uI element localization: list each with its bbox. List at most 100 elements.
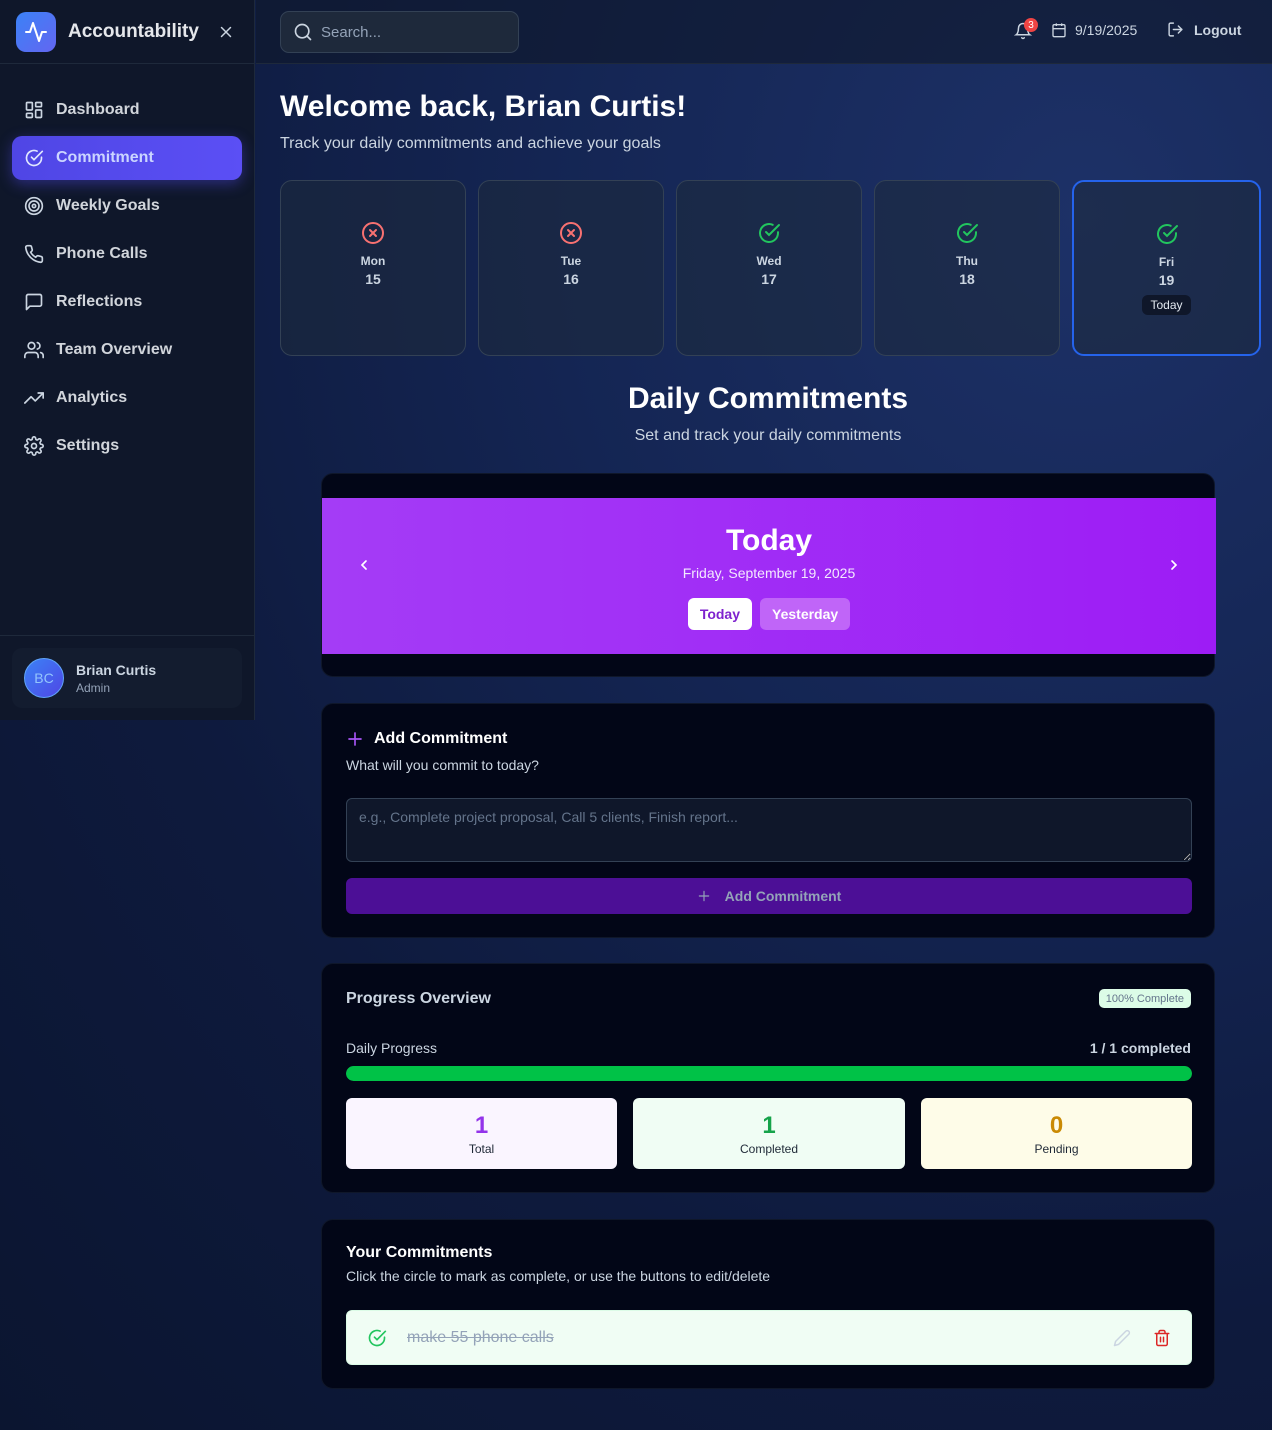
check-circle-icon: [759, 223, 780, 243]
sidebar-item-label: Weekly Goals: [56, 197, 160, 214]
day-name: Thu: [956, 254, 978, 268]
date-text: 9/19/2025: [1075, 22, 1138, 38]
avatar: BC: [24, 658, 64, 698]
check-circle-icon: [25, 149, 44, 167]
stat-total: 1 Total: [346, 1098, 617, 1169]
sidebar-item-phone-calls[interactable]: Phone Calls: [12, 232, 242, 276]
search-input[interactable]: [321, 23, 501, 41]
sidebar-item-reflections[interactable]: Reflections: [12, 280, 242, 324]
user-name: Brian Curtis: [76, 661, 157, 678]
check-circle-icon[interactable]: [367, 1328, 387, 1348]
target-icon: [24, 196, 44, 216]
stat-label: Pending: [1034, 1141, 1079, 1156]
progress-title: Progress Overview: [346, 990, 491, 1007]
date-selector-card: Today Friday, September 19, 2025 Today Y…: [321, 473, 1216, 677]
section-title: Daily Commitments: [627, 382, 909, 415]
day-number: 15: [365, 271, 381, 287]
list-item: make 55 phone calls: [346, 1310, 1192, 1365]
section-subtitle: Set and track your daily commitments: [634, 427, 902, 444]
plus-icon: [348, 732, 362, 746]
phone-icon: [24, 244, 44, 264]
users-icon: [24, 341, 44, 359]
topbar: 3 9/19/2025 Logout: [256, 0, 1272, 64]
day-card-tue[interactable]: Tue 16: [478, 180, 664, 356]
banner-title: Today: [725, 524, 813, 557]
stat-value: 0: [1049, 1111, 1064, 1139]
stat-value: 1: [474, 1111, 489, 1139]
sidebar-item-weekly-goals[interactable]: Weekly Goals: [12, 184, 242, 228]
day-name: Fri: [1158, 255, 1175, 269]
stat-completed: 1 Completed: [633, 1098, 905, 1169]
sidebar-item-dashboard[interactable]: Dashboard: [12, 88, 242, 132]
day-card-wed[interactable]: Wed 17: [676, 180, 862, 356]
sidebar-item-label: Reflections: [56, 293, 143, 310]
logout-icon: [1168, 22, 1183, 37]
progress-overview-card: Progress Overview 100% Complete Daily Pr…: [321, 963, 1215, 1193]
notification-badge: 3: [1024, 18, 1038, 32]
today-button[interactable]: Today: [687, 598, 753, 630]
day-number: 17: [761, 271, 777, 287]
user-card[interactable]: BC Brian Curtis Admin: [12, 648, 242, 708]
day-card-fri[interactable]: Fri 19 Today: [1072, 180, 1261, 356]
page-title: Welcome back, Brian Curtis!: [280, 90, 687, 123]
add-commitment-heading: Add Commitment: [346, 730, 507, 748]
yesterday-button[interactable]: Yesterday: [760, 598, 851, 630]
add-commitment-card: Add Commitment What will you commit to t…: [321, 703, 1215, 938]
sidebar-item-label: Commitment: [56, 149, 154, 166]
x-circle-icon: [362, 222, 384, 244]
message-square-icon: [25, 293, 43, 311]
progress-bar: [346, 1066, 1192, 1081]
stat-pending: 0 Pending: [921, 1098, 1192, 1169]
sidebar-item-team-overview[interactable]: Team Overview: [12, 328, 242, 372]
search-icon: [294, 23, 312, 41]
x-circle-icon: [560, 222, 582, 244]
day-card-mon[interactable]: Mon 15: [280, 180, 466, 356]
add-commitment-title: Add Commitment: [374, 730, 508, 747]
current-date: 9/19/2025: [1051, 22, 1137, 38]
sidebar: Accountability Dashboard Commitment Week…: [0, 0, 255, 720]
progress-count: 1 / 1 completed: [1089, 1040, 1191, 1056]
sidebar-item-label: Dashboard: [56, 101, 140, 118]
close-icon[interactable]: [214, 20, 238, 44]
day-quick-buttons: Today Yesterday: [322, 598, 1216, 630]
commitments-subtitle: Click the circle to mark as complete, or…: [346, 1268, 771, 1284]
sidebar-item-label: Analytics: [56, 389, 128, 406]
page-subtitle: Track your daily commitments and achieve…: [280, 135, 661, 152]
banner-date: Friday, September 19, 2025: [682, 565, 856, 581]
stat-value: 1: [762, 1111, 776, 1139]
stat-label: Completed: [739, 1141, 799, 1156]
day-number: 18: [959, 271, 975, 287]
progress-bar-fill: [346, 1066, 1192, 1081]
sidebar-item-label: Phone Calls: [56, 245, 148, 262]
day-card-thu[interactable]: Thu 18: [874, 180, 1060, 356]
search-box: [280, 11, 519, 53]
logout-button[interactable]: Logout: [1167, 21, 1241, 38]
check-circle-icon: [957, 223, 978, 243]
status-badge: 100% Complete: [1098, 989, 1191, 1008]
trash-icon[interactable]: [1153, 1329, 1171, 1347]
sidebar-item-settings[interactable]: Settings: [12, 424, 242, 468]
day-name: Wed: [756, 254, 782, 268]
day-number: 19: [1158, 272, 1175, 288]
commitment-input[interactable]: [346, 798, 1192, 862]
sidebar-item-commitment[interactable]: Commitment: [12, 136, 242, 180]
day-number: 16: [563, 271, 579, 287]
activity-logo-icon: [16, 11, 56, 52]
plus-icon: [698, 890, 709, 902]
notifications-button[interactable]: 3: [1013, 18, 1038, 42]
add-commitment-subtitle: What will you commit to today?: [346, 757, 539, 773]
add-button-label: Add Commitment: [724, 888, 842, 904]
week-strip: Mon 15 Tue 16 Wed 17 Thu 18 Fri 19 Today: [280, 180, 1261, 356]
add-commitment-button[interactable]: Add Commitment: [346, 878, 1192, 914]
day-name: Mon: [360, 254, 386, 268]
sidebar-item-analytics[interactable]: Analytics: [12, 376, 242, 420]
trending-up-icon: [24, 392, 44, 404]
user-section: BC Brian Curtis Admin: [0, 635, 254, 720]
dashboard-icon: [25, 101, 43, 119]
today-badge: Today: [1142, 295, 1191, 315]
stat-label: Total: [468, 1141, 495, 1156]
pencil-icon[interactable]: [1113, 1329, 1131, 1347]
progress-label: Daily Progress: [346, 1040, 438, 1056]
app-name: Accountability: [68, 20, 199, 42]
commitments-title: Your Commitments: [346, 1244, 493, 1261]
